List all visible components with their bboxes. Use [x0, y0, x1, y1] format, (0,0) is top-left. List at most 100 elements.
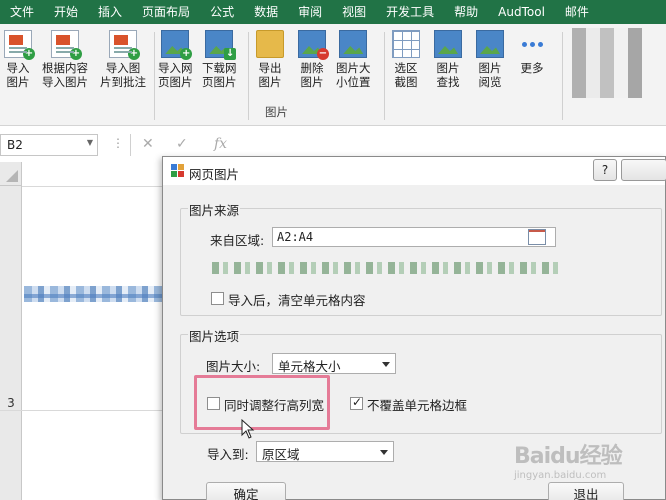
tab-page-layout[interactable]: 页面布局 — [132, 0, 200, 24]
more-icon — [518, 30, 546, 58]
help-button[interactable]: ? — [593, 159, 617, 181]
image-options-group-title: 图片选项 — [188, 326, 241, 345]
ribbon-separator — [562, 32, 563, 120]
formula-bar-grip: ⋮ — [112, 136, 125, 150]
image-size-label: 图片大小: — [206, 359, 261, 374]
image-preview-button[interactable]: 图片 阅览 — [476, 30, 504, 89]
tab-review[interactable]: 审阅 — [288, 0, 332, 24]
name-box[interactable]: B2 ▼ — [0, 134, 98, 156]
watermark-sub: jingyan.baidu.com — [514, 470, 607, 481]
export-image-label: 导出 图片 — [258, 61, 282, 89]
more-label: 更多 — [520, 61, 544, 75]
chevron-down-icon — [382, 362, 390, 367]
tab-help[interactable]: 帮助 — [444, 0, 488, 24]
image-preview-label: 图片 阅览 — [478, 61, 502, 89]
dialog-title-bar[interactable]: 网页图片 ? — [163, 157, 666, 185]
function-icon[interactable]: fx — [214, 136, 227, 152]
ribbon-tab-bar: 文件 开始 插入 页面布局 公式 数据 审阅 视图 开发工具 帮助 AudToo… — [0, 0, 666, 24]
pixelated-preview-text — [212, 262, 564, 274]
row-divider — [22, 410, 162, 411]
image-preview-icon — [476, 30, 504, 58]
clear-contents-label: 导入后，清空单元格内容 — [228, 293, 366, 308]
exit-button[interactable]: 退出 — [548, 482, 624, 500]
image-size-select[interactable]: 单元格大小 — [272, 353, 396, 374]
tab-insert[interactable]: 插入 — [88, 0, 132, 24]
import-to-comment-label: 导入图 片到批注 — [100, 61, 146, 89]
row-divider — [22, 186, 162, 187]
image-size-position-button[interactable]: 图片大 小位置 — [336, 30, 371, 89]
watermark-main: Baidu经验 — [514, 444, 623, 469]
formula-bar-separator — [130, 134, 131, 156]
highlight-box — [194, 375, 330, 430]
close-button[interactable] — [621, 159, 666, 181]
import-to-comment-button[interactable]: + 导入图 片到批注 — [100, 30, 146, 89]
row-header[interactable]: 3 — [0, 186, 22, 500]
no-cover-border-checkbox[interactable] — [350, 395, 363, 410]
chevron-down-icon[interactable]: ▼ — [87, 138, 93, 147]
export-image-button[interactable]: 导出 图片 — [256, 30, 284, 89]
import-web-image-button[interactable]: + 导入网 页图片 — [158, 30, 193, 89]
confirm-icon[interactable]: ✓ — [176, 136, 188, 152]
download-web-image-label: 下载网 页图片 — [202, 61, 237, 89]
download-web-image-icon: ↓ — [205, 30, 237, 60]
range-label: 来自区域: — [210, 233, 265, 248]
import-to-comment-icon: + — [109, 30, 140, 60]
range-input[interactable]: A2:A4 — [272, 227, 556, 247]
image-size-value: 单元格大小 — [278, 359, 341, 374]
tab-file[interactable]: 文件 — [0, 0, 44, 24]
ribbon: + 导入 图片 + 根据内容 导入图片 + 导入图 片到批注 + 导入网 页图片… — [0, 24, 666, 126]
import-by-content-button[interactable]: + 根据内容 导入图片 — [42, 30, 88, 89]
range-picker-icon[interactable] — [528, 229, 546, 245]
ribbon-group-label: 图片 — [265, 105, 288, 119]
image-find-button[interactable]: 图片 查找 — [434, 30, 462, 89]
select-all-corner[interactable] — [0, 162, 22, 186]
clear-contents-checkbox[interactable] — [211, 292, 224, 305]
delete-image-icon: − — [298, 30, 329, 60]
dialog-title: 网页图片 — [189, 167, 240, 182]
ribbon-separator — [248, 32, 249, 120]
import-by-content-label: 根据内容 导入图片 — [42, 61, 88, 89]
blurred-thumbnail — [572, 28, 642, 98]
tab-view[interactable]: 视图 — [332, 0, 376, 24]
more-button[interactable]: 更多 — [518, 30, 546, 75]
app-icon — [171, 164, 185, 178]
import-to-label: 导入到: — [207, 447, 249, 462]
import-by-content-icon: + — [51, 30, 82, 60]
mouse-cursor-icon — [241, 419, 255, 439]
image-source-group-title: 图片来源 — [188, 200, 241, 219]
import-image-label: 导入 图片 — [6, 61, 30, 89]
ribbon-separator — [384, 32, 385, 120]
image-find-label: 图片 查找 — [436, 61, 460, 89]
delete-image-button[interactable]: − 删除 图片 — [298, 30, 329, 89]
import-to-select[interactable]: 原区域 — [256, 441, 394, 462]
import-image-button[interactable]: + 导入 图片 — [4, 30, 35, 89]
selection-screenshot-icon — [392, 30, 420, 58]
download-web-image-button[interactable]: ↓ 下载网 页图片 — [202, 30, 237, 89]
tab-data[interactable]: 数据 — [244, 0, 288, 24]
image-size-position-icon — [339, 30, 368, 58]
selection-screenshot-button[interactable]: 选区 截图 — [392, 30, 420, 89]
row-number-3[interactable]: 3 — [0, 396, 22, 410]
image-find-icon — [434, 30, 462, 58]
row-divider — [0, 410, 22, 411]
tab-audtool[interactable]: AudTool — [488, 0, 555, 24]
image-size-position-label: 图片大 小位置 — [336, 61, 371, 89]
import-web-image-icon: + — [161, 30, 193, 60]
formula-bar: B2 ▼ ⋮ ✕ ✓ fx — [0, 134, 666, 158]
export-image-icon — [256, 30, 284, 58]
chevron-down-icon — [380, 450, 388, 455]
name-box-value: B2 — [7, 138, 23, 152]
cancel-icon[interactable]: ✕ — [142, 136, 154, 152]
tab-formulas[interactable]: 公式 — [200, 0, 244, 24]
selection-screenshot-label: 选区 截图 — [394, 61, 418, 89]
import-to-value: 原区域 — [262, 447, 300, 462]
tab-developer[interactable]: 开发工具 — [376, 0, 444, 24]
tab-mail[interactable]: 邮件 — [555, 0, 599, 24]
tab-home[interactable]: 开始 — [44, 0, 88, 24]
no-cover-border-label: 不覆盖单元格边框 — [367, 398, 468, 413]
import-web-image-label: 导入网 页图片 — [158, 61, 193, 89]
import-image-icon: + — [4, 30, 35, 60]
pixelated-cell-content — [24, 294, 164, 298]
ribbon-separator — [154, 32, 155, 120]
ok-button[interactable]: 确定 — [206, 482, 286, 500]
